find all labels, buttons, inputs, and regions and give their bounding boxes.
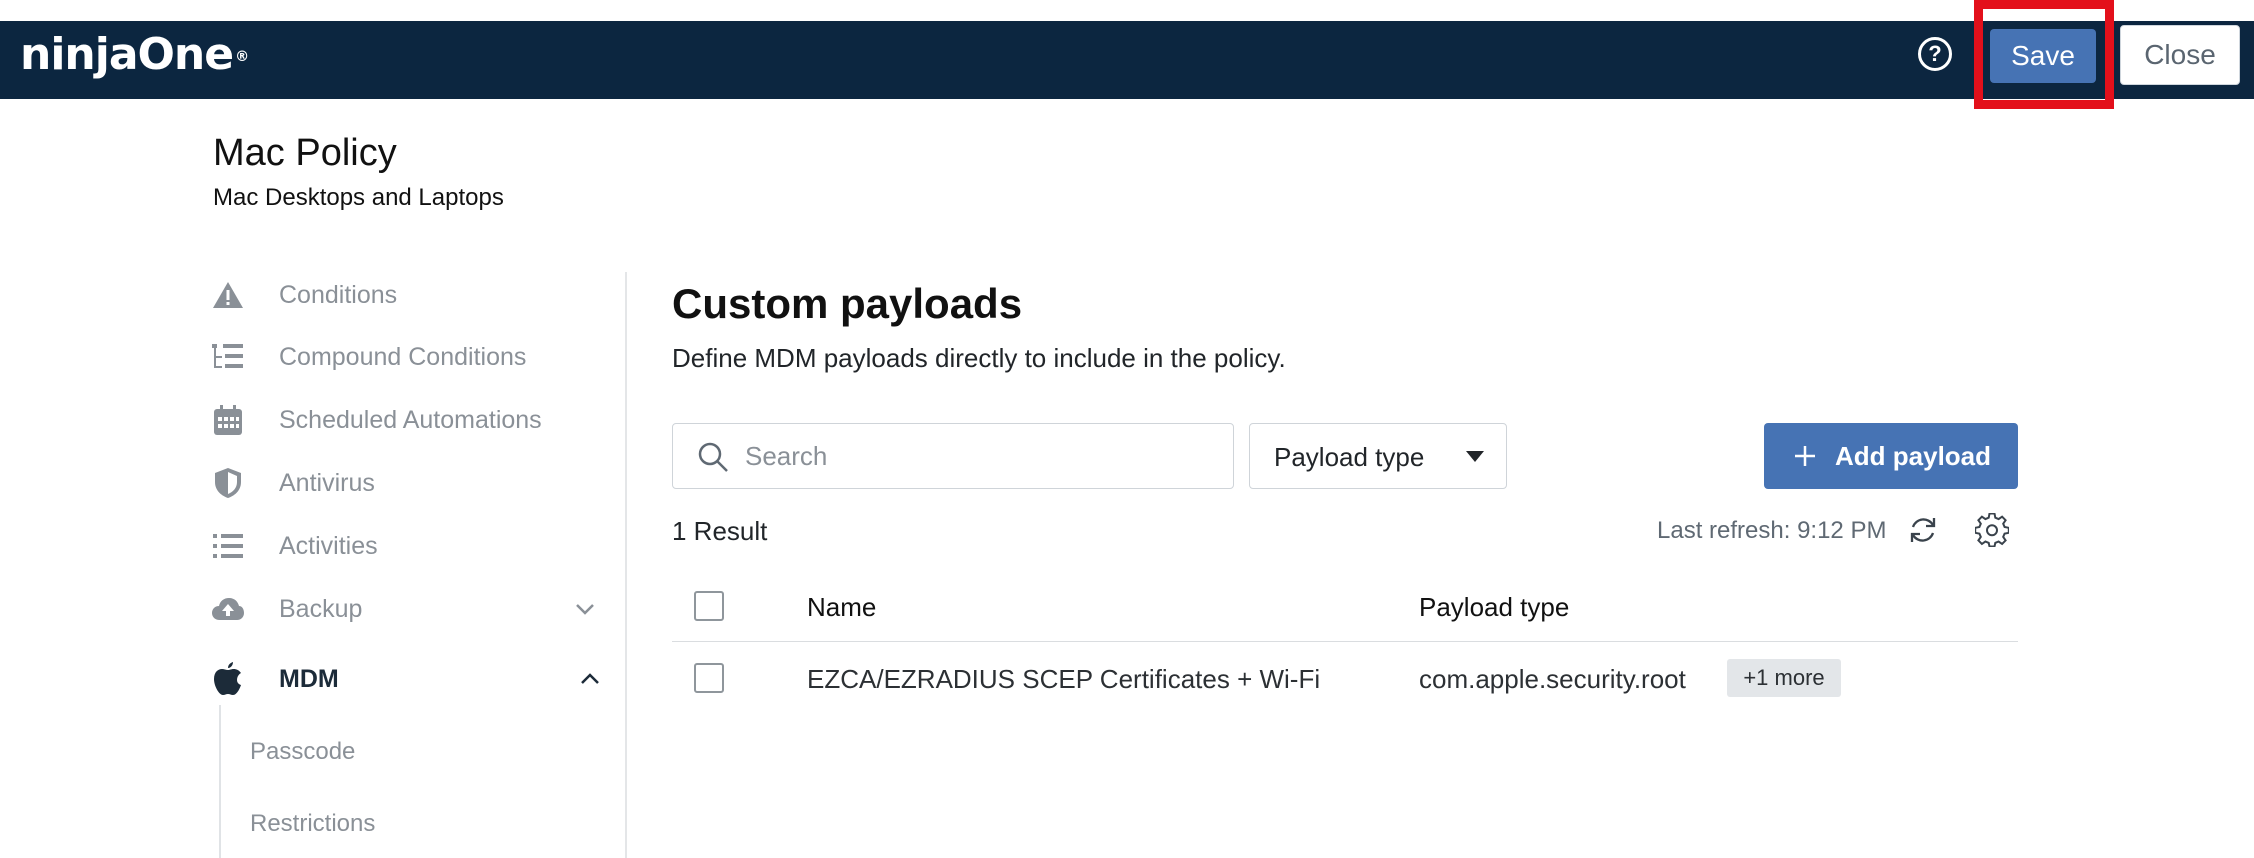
search-input[interactable] [745, 434, 1215, 478]
column-header-payload-type[interactable]: Payload type [1419, 592, 1569, 623]
gear-icon[interactable] [1974, 512, 2010, 548]
sidebar-item-label: MDM [279, 664, 339, 693]
help-icon[interactable]: ? [1918, 37, 1952, 71]
chevron-up-icon[interactable] [577, 666, 603, 692]
page-subtitle: Mac Desktops and Laptops [213, 184, 504, 211]
submenu-guide-line [219, 705, 221, 858]
column-header-name[interactable]: Name [807, 592, 876, 623]
sidebar-divider [625, 272, 627, 858]
sidebar-item-activities[interactable]: Activities [210, 521, 610, 571]
calendar-icon [210, 402, 246, 438]
row-name[interactable]: EZCA/EZRADIUS SCEP Certificates + Wi-Fi [807, 664, 1320, 695]
section-description: Define MDM payloads directly to include … [672, 343, 1286, 373]
cloud-upload-icon [210, 591, 246, 627]
more-payloads-badge[interactable]: +1 more [1727, 659, 1841, 697]
add-payload-button[interactable]: Add payload [1764, 423, 2018, 489]
top-strip [0, 0, 2254, 21]
ninjaone-logo[interactable]: ninjaOne ® [20, 29, 249, 80]
section-title: Custom payloads [672, 280, 1023, 327]
sidebar-item-label: Compound Conditions [279, 342, 527, 371]
shield-icon [210, 465, 246, 501]
search-icon [697, 441, 729, 473]
plus-icon [1790, 441, 1820, 471]
refresh-icon[interactable] [1907, 514, 1939, 546]
apple-icon [210, 661, 246, 697]
caret-down-icon [1464, 448, 1486, 464]
sidebar-item-backup[interactable]: Backup [210, 584, 610, 634]
tree-list-icon [210, 339, 246, 375]
table-header-divider [672, 641, 2018, 642]
row-checkbox[interactable] [694, 663, 724, 693]
save-button[interactable]: Save [1990, 29, 2096, 83]
select-all-checkbox[interactable] [694, 591, 724, 621]
sidebar-subitem-passcode[interactable]: Passcode [250, 738, 355, 766]
sidebar-item-conditions[interactable]: Conditions [210, 270, 610, 320]
search-field[interactable] [672, 423, 1234, 489]
sidebar-item-label: Activities [279, 531, 378, 560]
sidebar-item-compound-conditions[interactable]: Compound Conditions [210, 332, 610, 382]
sidebar-item-scheduled-automations[interactable]: Scheduled Automations [210, 395, 610, 445]
row-payload-type: com.apple.security.root [1419, 664, 1686, 694]
sidebar-item-label: Antivirus [279, 468, 375, 497]
sidebar-item-label: Backup [279, 594, 363, 623]
add-payload-label: Add payload [1835, 441, 1992, 471]
warning-icon [210, 277, 246, 313]
chevron-down-icon[interactable] [572, 596, 598, 622]
page-title: Mac Policy [213, 132, 397, 174]
sidebar-item-label: Scheduled Automations [279, 405, 542, 434]
close-button[interactable]: Close [2120, 25, 2240, 85]
payload-type-dropdown[interactable]: Payload type [1249, 423, 1507, 489]
sidebar-item-label: Conditions [279, 280, 398, 309]
logo-text: ninjaOne [20, 29, 234, 80]
logo-registered-mark: ® [235, 49, 249, 65]
last-refresh-time: Last refresh: 9:12 PM [1657, 517, 1887, 544]
sidebar-subitem-restrictions[interactable]: Restrictions [250, 810, 375, 838]
result-count: 1 Result [672, 516, 768, 546]
sidebar-item-antivirus[interactable]: Antivirus [210, 458, 610, 508]
sidebar-item-mdm[interactable]: MDM [210, 654, 610, 704]
list-icon [210, 528, 246, 564]
app-header: ninjaOne ® ? [0, 21, 2254, 99]
payload-type-dropdown-label: Payload type [1274, 442, 1425, 472]
